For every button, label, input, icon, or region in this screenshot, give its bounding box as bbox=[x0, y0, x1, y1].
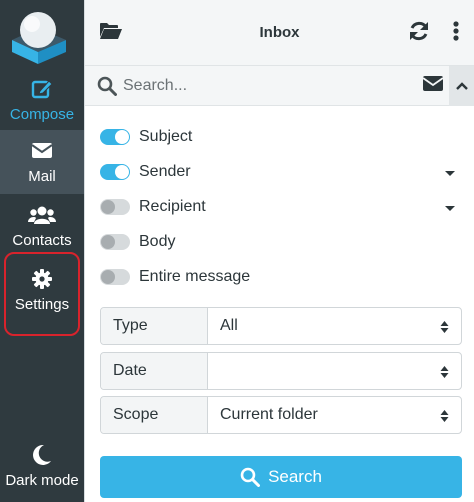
nav-mail-label: Mail bbox=[28, 167, 56, 185]
compose-icon bbox=[31, 78, 53, 100]
search-icon bbox=[240, 467, 261, 487]
search-icon bbox=[97, 76, 117, 101]
sort-arrows-icon bbox=[440, 409, 449, 428]
entire-message-toggle[interactable] bbox=[100, 269, 130, 285]
refresh-icon bbox=[408, 20, 430, 47]
type-label: Type bbox=[101, 308, 208, 344]
recipient-toggle[interactable] bbox=[100, 199, 130, 215]
search-bar bbox=[85, 66, 474, 106]
recipient-label: Recipient bbox=[139, 198, 206, 215]
search-button-label: Search bbox=[268, 467, 322, 486]
scope-value: Current folder bbox=[220, 406, 318, 423]
envelope-icon bbox=[422, 76, 444, 96]
type-select[interactable]: All bbox=[208, 308, 461, 344]
nav-dark-mode-label: Dark mode bbox=[5, 471, 79, 489]
date-filter: Date bbox=[100, 352, 462, 390]
envelope-icon bbox=[31, 140, 53, 162]
app-logo[interactable] bbox=[8, 6, 74, 66]
option-entire-message: Entire message bbox=[100, 264, 470, 290]
body-toggle[interactable] bbox=[100, 234, 130, 250]
scope-select[interactable]: Current folder bbox=[208, 397, 461, 433]
collapse-options-button[interactable] bbox=[449, 66, 474, 106]
refresh-button[interactable] bbox=[403, 0, 435, 66]
option-subject: Subject bbox=[100, 124, 470, 150]
nav-contacts-label: Contacts bbox=[12, 231, 72, 249]
scope-filter: Scope Current folder bbox=[100, 396, 462, 434]
subject-toggle[interactable] bbox=[100, 129, 130, 145]
nav-contacts[interactable]: Contacts bbox=[0, 194, 84, 258]
subject-label: Subject bbox=[139, 128, 193, 145]
option-body: Body bbox=[100, 229, 470, 255]
search-input[interactable] bbox=[123, 72, 403, 100]
sender-toggle[interactable] bbox=[100, 164, 130, 180]
search-button[interactable]: Search bbox=[100, 456, 462, 498]
sidebar: Compose Mail Contacts Settings Dark mode bbox=[0, 0, 84, 502]
type-filter: Type All bbox=[100, 307, 462, 345]
option-sender: Sender bbox=[100, 159, 470, 185]
chevron-up-icon bbox=[455, 77, 468, 95]
users-icon bbox=[28, 204, 56, 226]
nav-compose-label: Compose bbox=[9, 105, 75, 123]
kebab-menu-icon bbox=[453, 20, 459, 46]
more-options-button[interactable] bbox=[441, 0, 471, 66]
moon-icon bbox=[32, 444, 52, 466]
search-scope-button[interactable] bbox=[417, 66, 449, 106]
sender-caret-down-icon[interactable] bbox=[444, 166, 456, 184]
nav-compose[interactable]: Compose bbox=[0, 68, 84, 132]
date-label: Date bbox=[101, 353, 208, 389]
date-select[interactable] bbox=[208, 353, 461, 389]
scope-label: Scope bbox=[101, 397, 208, 433]
header: Inbox bbox=[85, 0, 474, 66]
sort-arrows-icon bbox=[440, 365, 449, 384]
settings-highlight-box bbox=[4, 252, 80, 336]
option-recipient: Recipient bbox=[100, 194, 470, 220]
sort-arrows-icon bbox=[440, 320, 449, 339]
nav-dark-mode[interactable]: Dark mode bbox=[0, 434, 84, 498]
recipient-caret-down-icon[interactable] bbox=[444, 201, 456, 219]
nav-mail[interactable]: Mail bbox=[0, 130, 84, 194]
sender-label: Sender bbox=[139, 163, 191, 180]
body-label: Body bbox=[139, 233, 176, 250]
folder-open-icon bbox=[99, 22, 123, 45]
type-value: All bbox=[220, 317, 238, 334]
folders-button[interactable] bbox=[91, 0, 131, 66]
entire-message-label: Entire message bbox=[139, 268, 251, 285]
